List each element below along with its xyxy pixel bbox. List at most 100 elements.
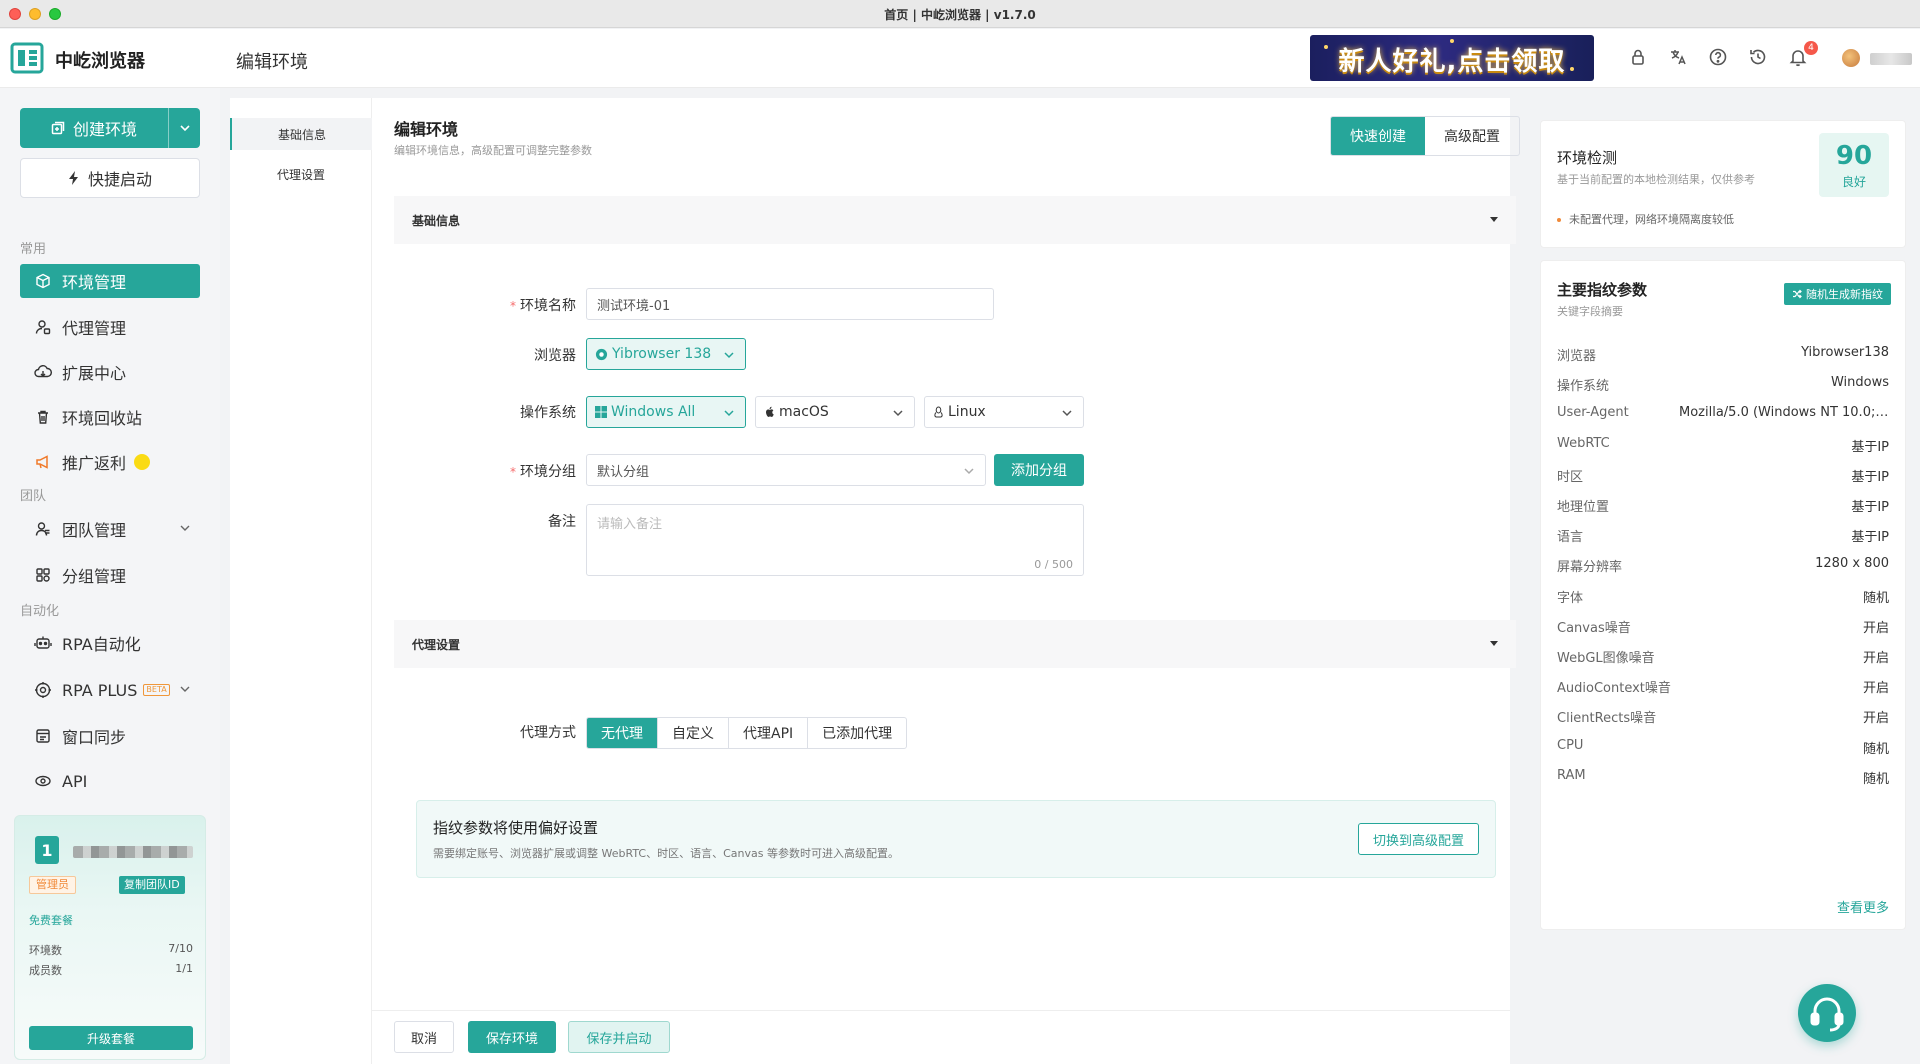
- os-windows-select[interactable]: Windows All: [586, 396, 746, 428]
- browser-select-value: Yibrowser 138: [612, 346, 712, 362]
- proxy-mode-added[interactable]: 已添加代理: [808, 718, 906, 748]
- chevron-down-icon: [180, 525, 190, 531]
- subnav-basic-info[interactable]: 基础信息: [230, 118, 372, 150]
- env-group-select[interactable]: 默认分组: [586, 454, 986, 486]
- cube-icon: [34, 272, 52, 290]
- form-subtitle: 编辑环境信息，高级配置可调整完整参数: [394, 144, 592, 157]
- view-more-link[interactable]: 查看更多: [1837, 897, 1889, 916]
- translate-icon[interactable]: [1668, 47, 1688, 67]
- random-fingerprint-button[interactable]: 随机生成新指纹: [1784, 283, 1891, 305]
- warning-dot-icon: [1557, 218, 1561, 222]
- fingerprint-value: 随机: [1862, 741, 1889, 757]
- promo-banner[interactable]: 新人好礼,点击领取: [1310, 35, 1594, 81]
- switch-to-advanced-button[interactable]: 切换到高级配置: [1357, 823, 1479, 855]
- fingerprint-tip-box: 指纹参数将使用偏好设置 需要绑定账号、浏览器扩展或调整 WebRTC、时区、语言…: [416, 800, 1496, 878]
- proxy-mode-custom[interactable]: 自定义: [658, 718, 729, 748]
- create-environment-button[interactable]: 创建环境: [20, 108, 200, 148]
- fingerprint-row: WebRTC 基于IP: [1557, 436, 1889, 455]
- avatar[interactable]: [1842, 49, 1860, 67]
- create-environment-label: 创建环境: [72, 120, 137, 139]
- section-proxy-settings-header[interactable]: 代理设置: [394, 620, 1516, 668]
- section-basic-info-header[interactable]: 基础信息: [394, 196, 1516, 244]
- sidebar-item-rpa[interactable]: RPA自动化: [20, 626, 200, 660]
- sidebar-item-recycle-bin[interactable]: 环境回收站: [20, 400, 200, 434]
- detection-warning: 未配置代理，网络环境隔离度较低: [1557, 211, 1734, 227]
- quick-start-button[interactable]: 快捷启动: [20, 158, 200, 198]
- browser-select[interactable]: Yibrowser 138: [586, 338, 746, 370]
- trash-icon: [34, 408, 52, 426]
- save-environment-button[interactable]: 保存环境: [468, 1021, 556, 1053]
- fingerprint-row: 字体 随机: [1557, 587, 1889, 606]
- user-name-redacted[interactable]: [1870, 53, 1912, 65]
- chevron-down-icon: [180, 686, 190, 692]
- create-environment-main[interactable]: 创建环境: [20, 108, 168, 148]
- fingerprint-row: User-Agent Mozilla/5.0 (Windows NT 10.0; …: [1557, 405, 1889, 420]
- os-macos-select[interactable]: macOS: [755, 396, 915, 428]
- save-and-start-button[interactable]: 保存并启动: [568, 1021, 670, 1053]
- sidebar-item-window-sync[interactable]: 窗口同步: [20, 719, 200, 753]
- chevron-down-icon: [724, 352, 734, 359]
- cancel-button[interactable]: 取消: [394, 1021, 454, 1053]
- sidebar-item-proxy-management[interactable]: 代理管理: [20, 310, 200, 344]
- sidebar-item-label: RPA PLUS: [62, 680, 138, 700]
- environment-detection-card: 环境检测 基于当前配置的本地检测结果，仅供参考 90 良好 未配置代理，网络环境…: [1540, 120, 1906, 248]
- history-icon[interactable]: [1748, 47, 1768, 67]
- fingerprint-value: 基于IP: [1851, 530, 1889, 546]
- fingerprint-value: 1280 x 800: [1815, 556, 1889, 572]
- window-titlebar: 首页 | 中屹浏览器 | v1.7.0: [0, 0, 1920, 28]
- tab-quick-create[interactable]: 快速创建: [1331, 117, 1425, 155]
- megaphone-icon: [34, 453, 52, 471]
- notification-badge: 4: [1804, 41, 1818, 55]
- create-environment-dropdown[interactable]: [168, 108, 200, 148]
- help-icon[interactable]: [1708, 47, 1728, 67]
- fingerprint-params-card: 主要指纹参数 关键字段摘要 随机生成新指纹 浏览器 Yibrowser138 操作系…: [1540, 260, 1906, 930]
- sidebar-item-promotion[interactable]: 推广返利: [20, 445, 200, 479]
- cloud-icon: [34, 363, 52, 381]
- page-title: 编辑环境: [236, 52, 308, 73]
- fingerprint-key: WebGL图像噪音: [1557, 651, 1655, 666]
- fingerprint-value: Mozilla/5.0 (Windows NT 10.0; Win64; x64…: [1679, 405, 1889, 421]
- lock-icon[interactable]: [1628, 47, 1648, 67]
- fingerprint-key: 字体: [1557, 590, 1584, 606]
- remark-textarea[interactable]: 请输入备注 0 / 500: [586, 504, 1084, 576]
- os-linux-select[interactable]: Linux: [924, 396, 1084, 428]
- proxy-mode-api[interactable]: 代理API: [729, 718, 809, 748]
- detection-score: 90: [1835, 141, 1873, 171]
- team-card: 1 管理员 复制团队ID 免费套餐 环境数 7/10 成员数 1/1 升级套餐: [14, 815, 206, 1060]
- tab-advanced-config[interactable]: 高级配置: [1425, 117, 1519, 155]
- sidebar-item-label: RPA自动化: [62, 635, 141, 654]
- caret-down-icon: [1490, 217, 1498, 222]
- fingerprint-row: 操作系统 Windows: [1557, 375, 1889, 394]
- sidebar-item-extension-center[interactable]: 扩展中心: [20, 355, 200, 389]
- detection-score-box: 90 良好: [1819, 133, 1889, 197]
- window-title: 首页 | 中屹浏览器 | v1.7.0: [884, 8, 1036, 22]
- sidebar-item-rpa-plus[interactable]: RPA PLUS BETA: [20, 673, 200, 707]
- copy-team-id-button[interactable]: 复制团队ID: [119, 876, 185, 894]
- customer-support-button[interactable]: [1798, 984, 1856, 1042]
- caret-down-icon: [1490, 641, 1498, 646]
- sidebar-item-team-management[interactable]: 团队管理: [20, 512, 200, 546]
- proxy-mode-none[interactable]: 无代理: [587, 718, 658, 748]
- subnav-proxy-settings[interactable]: 代理设置: [230, 158, 372, 190]
- headset-icon: [1810, 997, 1844, 1032]
- proxy-mode-label: 代理方式: [520, 725, 576, 741]
- sidebar-item-environment-management[interactable]: 环境管理: [20, 264, 200, 298]
- sidebar-item-label: 推广返利: [62, 454, 127, 473]
- sidebar-item-group-management[interactable]: 分组管理: [20, 558, 200, 592]
- env-group-value: 默认分组: [597, 464, 650, 480]
- browser-label: 浏览器: [534, 348, 576, 364]
- fingerprint-row: 地理位置 基于IP: [1557, 496, 1889, 515]
- sidebar: 创建环境 快捷启动 常用 环境管理 代理管理 扩展中心 环境回收站 推广返利 团…: [0, 88, 220, 1064]
- sidebar-item-api[interactable]: API: [20, 764, 200, 798]
- upgrade-plan-button[interactable]: 升级套餐: [29, 1026, 193, 1050]
- fingerprint-value: 基于IP: [1851, 439, 1889, 455]
- env-name-input[interactable]: 测试环境-01: [586, 288, 994, 320]
- windows-icon: [595, 406, 607, 418]
- team-number: 1: [35, 836, 59, 864]
- sidebar-item-label: 环境回收站: [62, 409, 143, 428]
- role-badge: 管理员: [29, 876, 76, 894]
- section-label-automation: 自动化: [20, 604, 60, 619]
- os-windows-value: Windows All: [611, 404, 696, 420]
- add-group-button[interactable]: 添加分组: [994, 454, 1084, 486]
- remark-label: 备注: [548, 514, 576, 530]
